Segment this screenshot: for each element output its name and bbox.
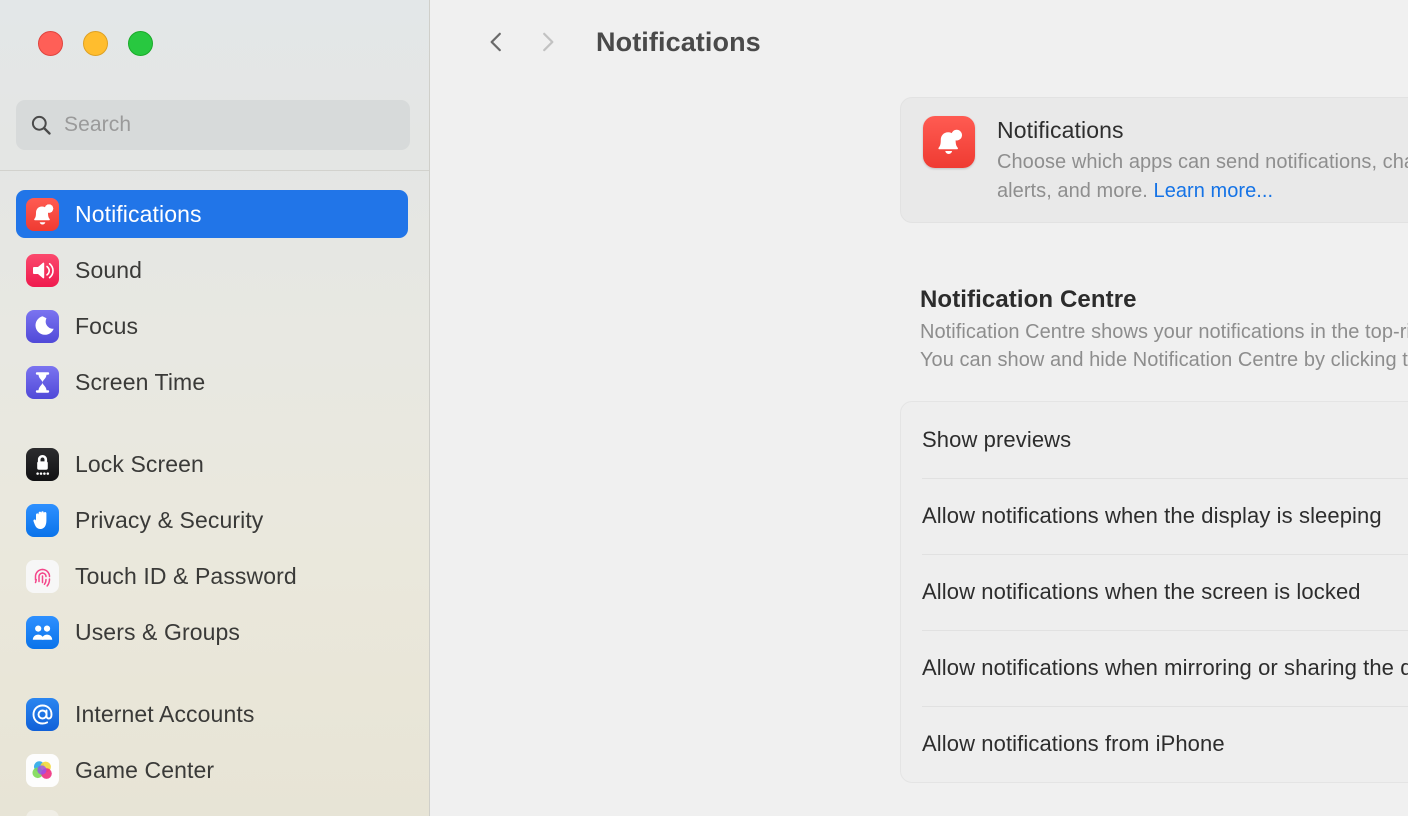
- minimize-button[interactable]: [83, 31, 108, 56]
- row-label: Show previews: [922, 427, 1072, 452]
- row-mirroring-sharing: Allow notifications when mirroring or sh…: [901, 630, 1408, 706]
- sidebar-item-internet-accounts[interactable]: Internet Accounts: [16, 690, 408, 738]
- sidebar-item-focus[interactable]: Focus: [16, 302, 408, 350]
- back-button[interactable]: [470, 20, 522, 64]
- sidebar-item-lock-screen[interactable]: Lock Screen: [16, 440, 408, 488]
- game-center-icon: [26, 753, 59, 787]
- sidebar-item-touch-id-password[interactable]: Touch ID & Password: [16, 552, 408, 600]
- sidebar-item-label: Privacy & Security: [75, 506, 264, 533]
- row-label: Allow notifications when the display is …: [922, 503, 1382, 528]
- sidebar-item-label: Internet Accounts: [75, 700, 255, 727]
- search-icon: [30, 114, 52, 136]
- row-label: Allow notifications when the screen is l…: [922, 579, 1361, 604]
- row-screen-locked: Allow notifications when the screen is l…: [901, 554, 1408, 630]
- sidebar: Search Notifications Sound Focus Screen …: [0, 0, 430, 816]
- system-settings-window: Search Notifications Sound Focus Screen …: [0, 0, 1408, 816]
- page-title: Notifications: [596, 26, 761, 57]
- row-label: Allow notifications when mirroring or sh…: [922, 655, 1408, 680]
- banner-text: Notifications Choose which apps can send…: [997, 116, 1408, 204]
- row-display-sleeping: Allow notifications when the display is …: [901, 478, 1408, 554]
- row-notifications-from-iphone[interactable]: Allow notifications from iPhone On: [901, 706, 1408, 782]
- banner-title: Notifications: [997, 117, 1124, 143]
- sidebar-item-sound[interactable]: Sound: [16, 246, 408, 294]
- notifications-banner: Notifications Choose which apps can send…: [900, 97, 1408, 223]
- learn-more-link[interactable]: Learn more...: [1154, 180, 1274, 202]
- section-description-line2: You can show and hide Notification Centr…: [920, 349, 1408, 371]
- sidebar-item-partial[interactable]: [16, 802, 408, 816]
- sidebar-item-label: Notifications: [75, 200, 202, 227]
- content-pane: Notifications Notifications Choose which…: [430, 0, 1408, 816]
- at-sign-icon: [26, 697, 59, 731]
- moon-icon: [26, 309, 59, 343]
- maximize-button[interactable]: [128, 31, 153, 56]
- partial-item-icon: [26, 809, 59, 816]
- fingerprint-icon: [26, 559, 59, 593]
- sidebar-nav: Notifications Sound Focus Screen Time Lo…: [0, 190, 429, 816]
- speaker-icon: [26, 253, 59, 287]
- search-input[interactable]: Search: [16, 100, 410, 150]
- row-show-previews: Show previews When Unlocked: [901, 402, 1408, 478]
- sidebar-group-separator: [0, 414, 429, 440]
- sidebar-item-label: Focus: [75, 312, 139, 339]
- sidebar-group-2: Lock Screen Privacy & Security Touch ID …: [0, 440, 429, 656]
- hourglass-icon: [26, 365, 59, 399]
- close-button[interactable]: [38, 31, 63, 56]
- traffic-lights: [38, 31, 153, 56]
- sidebar-group-1: Notifications Sound Focus Screen Time: [0, 190, 429, 406]
- sidebar-item-label: Sound: [75, 256, 143, 283]
- hand-icon: [26, 503, 59, 537]
- search-placeholder: Search: [64, 113, 132, 136]
- sidebar-item-label: Game Center: [75, 756, 215, 783]
- settings-card: Show previews When Unlocked Allow n: [900, 401, 1408, 783]
- lock-icon: [26, 447, 59, 481]
- sidebar-item-privacy-security[interactable]: Privacy & Security: [16, 496, 408, 544]
- sidebar-item-users-groups[interactable]: Users & Groups: [16, 608, 408, 656]
- sidebar-item-game-center[interactable]: Game Center: [16, 746, 408, 794]
- section-title: Notification Centre: [920, 286, 1137, 313]
- sidebar-group-3: Internet Accounts Game Center: [0, 690, 429, 816]
- forward-button[interactable]: [522, 20, 574, 64]
- sidebar-item-label: Lock Screen: [75, 450, 204, 477]
- sidebar-item-notifications[interactable]: Notifications: [16, 190, 408, 238]
- sidebar-divider: [0, 170, 429, 171]
- banner-description: Choose which apps can send notifications…: [997, 148, 1408, 206]
- sidebar-item-screen-time[interactable]: Screen Time: [16, 358, 408, 406]
- bell-icon: [26, 197, 59, 231]
- toolbar: Notifications: [470, 20, 761, 64]
- sidebar-item-label: Users & Groups: [75, 618, 241, 645]
- sidebar-item-label: Screen Time: [75, 368, 206, 395]
- notifications-app-icon: [923, 116, 975, 168]
- users-icon: [26, 615, 59, 649]
- section-description-line1: Notification Centre shows your notificat…: [920, 321, 1408, 343]
- notification-centre-section-header: Notification Centre Notification Centre …: [920, 286, 1408, 374]
- row-label: Allow notifications from iPhone: [922, 731, 1225, 756]
- sidebar-item-label: Touch ID & Password: [75, 562, 297, 589]
- sidebar-group-separator: [0, 664, 429, 690]
